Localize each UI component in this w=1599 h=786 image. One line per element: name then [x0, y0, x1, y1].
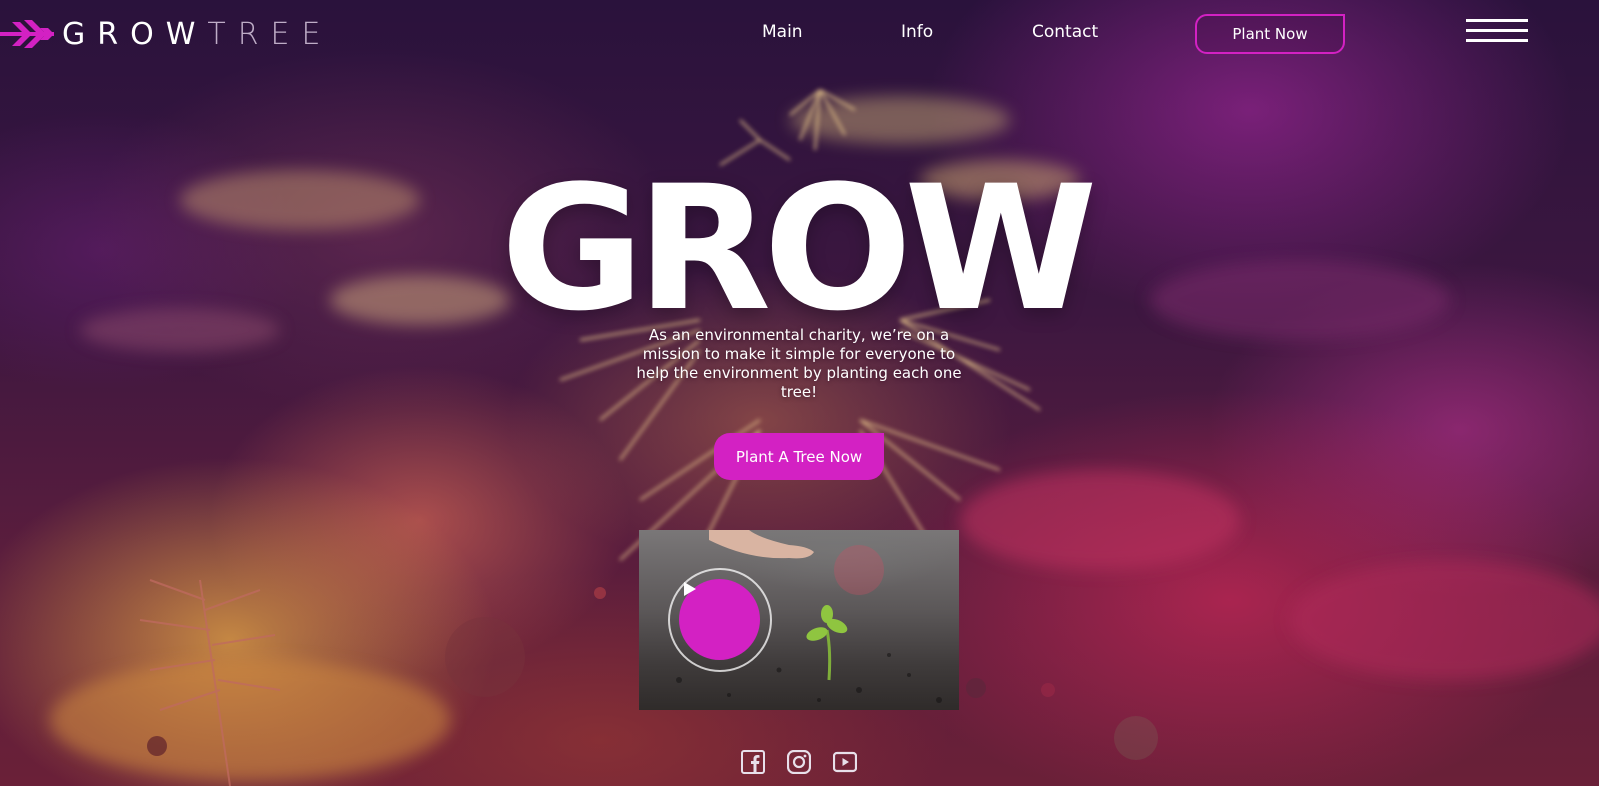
- nav-link-main[interactable]: Main: [762, 22, 803, 42]
- plant-a-tree-button[interactable]: Plant A Tree Now: [714, 433, 884, 480]
- facebook-icon[interactable]: [741, 750, 765, 774]
- youtube-icon[interactable]: [832, 750, 858, 774]
- play-icon: [684, 582, 696, 596]
- menu-line: [1466, 19, 1528, 22]
- menu-line: [1466, 29, 1528, 32]
- nav-link-info[interactable]: Info: [901, 22, 933, 42]
- nav-link-contact[interactable]: Contact: [1032, 22, 1098, 42]
- video-thumbnail[interactable]: [639, 530, 959, 710]
- plant-now-button[interactable]: Plant Now: [1195, 14, 1345, 54]
- hamburger-menu-icon[interactable]: [1466, 19, 1528, 45]
- menu-line: [1466, 39, 1528, 42]
- play-button[interactable]: [679, 579, 760, 660]
- hero-title: GROW: [500, 148, 1097, 349]
- hero-description: As an environmental charity, we’re on a …: [636, 326, 962, 401]
- instagram-icon[interactable]: [786, 749, 812, 775]
- main-nav: Main Info Contact: [0, 22, 1599, 48]
